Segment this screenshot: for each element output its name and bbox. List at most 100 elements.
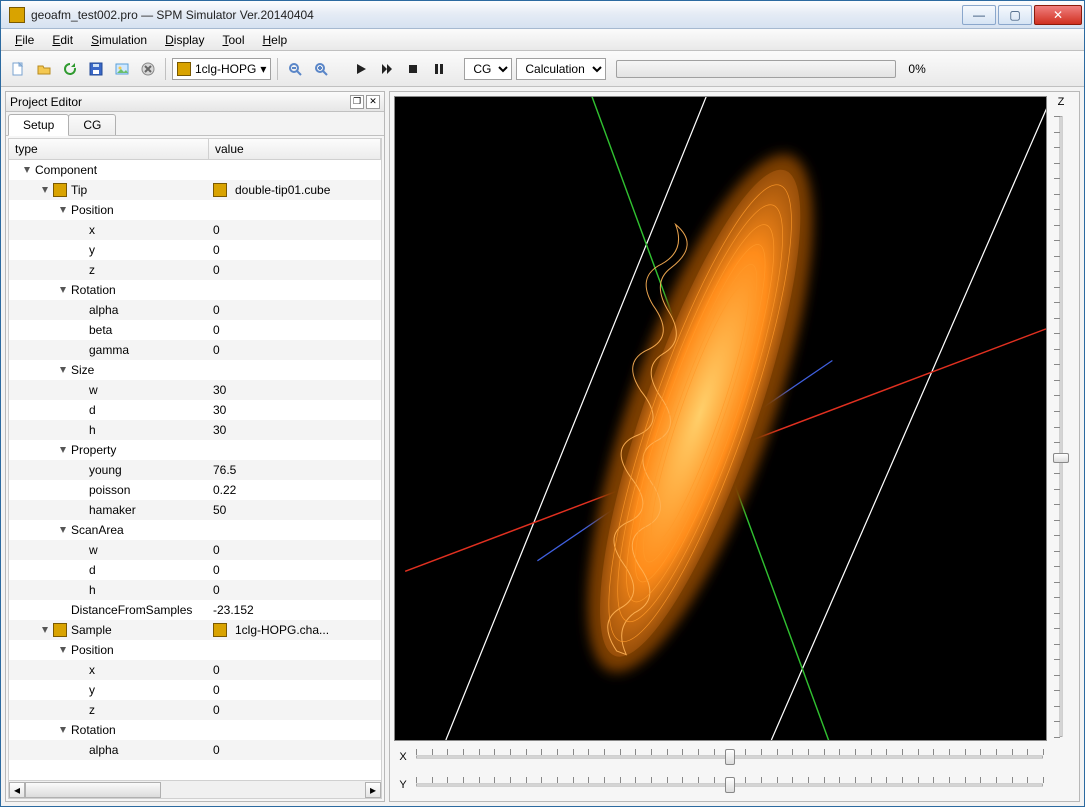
tree-row[interactable]: hamaker50	[9, 500, 381, 520]
tree-row[interactable]: DistanceFromSamples-23.152	[9, 600, 381, 620]
x-slider[interactable]	[412, 747, 1047, 767]
undock-icon[interactable]: ❐	[350, 95, 364, 109]
tree-row[interactable]: w0	[9, 540, 381, 560]
z-slider[interactable]	[1051, 112, 1071, 741]
menu-simulation[interactable]: Simulation	[83, 31, 155, 49]
twisty-icon[interactable]	[57, 524, 69, 536]
tab-cg[interactable]: CG	[68, 114, 116, 135]
twisty-icon[interactable]	[57, 444, 69, 456]
twisty-icon[interactable]	[21, 164, 33, 176]
node-icon	[53, 183, 67, 197]
tree-row[interactable]: w30	[9, 380, 381, 400]
tree-row[interactable]: y0	[9, 240, 381, 260]
tree-row[interactable]: Rotation	[9, 720, 381, 740]
zoom-in-icon[interactable]	[310, 58, 332, 80]
z-slider-thumb[interactable]	[1053, 453, 1069, 463]
3d-viewport[interactable]	[394, 96, 1047, 741]
progress-bar	[616, 60, 896, 78]
tree-row[interactable]: z0	[9, 700, 381, 720]
h-scroll-thumb[interactable]	[25, 782, 161, 798]
tree-row[interactable]: alpha0	[9, 740, 381, 760]
property-tree: type value ComponentTipdouble-tip01.cube…	[8, 138, 382, 799]
menu-display[interactable]: Display	[157, 31, 212, 49]
tree-row[interactable]: young76.5	[9, 460, 381, 480]
col-value[interactable]: value	[209, 139, 381, 159]
maximize-button[interactable]: ▢	[998, 5, 1032, 25]
tree-row[interactable]: alpha0	[9, 300, 381, 320]
tree-row[interactable]: beta0	[9, 320, 381, 340]
tree-value: 30	[213, 383, 226, 397]
tab-setup[interactable]: Setup	[8, 114, 69, 136]
tree-row[interactable]: Size	[9, 360, 381, 380]
twisty-icon[interactable]	[57, 364, 69, 376]
tree-row[interactable]: Component	[9, 160, 381, 180]
tree-row[interactable]: d30	[9, 400, 381, 420]
refresh-icon[interactable]	[59, 58, 81, 80]
col-type[interactable]: type	[9, 139, 209, 159]
window-title: geoafm_test002.pro — SPM Simulator Ver.2…	[31, 8, 962, 22]
tree-row[interactable]: h30	[9, 420, 381, 440]
tree-row[interactable]: Property	[9, 440, 381, 460]
tree-value: 0	[213, 323, 220, 337]
tree-value: 76.5	[213, 463, 236, 477]
menu-tool[interactable]: Tool	[214, 31, 252, 49]
tree-row[interactable]: Rotation	[9, 280, 381, 300]
tree-row[interactable]: Sample1clg-HOPG.cha...	[9, 620, 381, 640]
tree-value: 1clg-HOPG.cha...	[235, 623, 329, 637]
sample-combo-text: 1clg-HOPG	[195, 62, 256, 76]
tree-body[interactable]: ComponentTipdouble-tip01.cubePositionx0y…	[9, 160, 381, 780]
twisty-icon[interactable]	[57, 724, 69, 736]
stop-icon[interactable]	[402, 58, 424, 80]
twisty-icon[interactable]	[57, 204, 69, 216]
tree-label: poisson	[89, 483, 130, 497]
tree-row[interactable]: y0	[9, 680, 381, 700]
tree-row[interactable]: Position	[9, 200, 381, 220]
sample-combo[interactable]: 1clg-HOPG ▾	[172, 58, 271, 80]
menu-file[interactable]: File	[7, 31, 42, 49]
tree-row[interactable]: Tipdouble-tip01.cube	[9, 180, 381, 200]
zoom-out-icon[interactable]	[284, 58, 306, 80]
tree-row[interactable]: d0	[9, 560, 381, 580]
twisty-icon[interactable]	[57, 644, 69, 656]
menu-help[interactable]: Help	[254, 31, 295, 49]
tree-row[interactable]: z0	[9, 260, 381, 280]
action-select[interactable]: Calculation	[516, 58, 606, 80]
tree-value: 0	[213, 683, 220, 697]
tree-row[interactable]: x0	[9, 660, 381, 680]
scroll-left-icon[interactable]: ◂	[9, 782, 25, 798]
axis-z-label: Z	[1058, 96, 1065, 112]
y-slider[interactable]	[412, 775, 1047, 795]
twisty-icon[interactable]	[57, 284, 69, 296]
tree-label: h	[89, 583, 96, 597]
y-slider-thumb[interactable]	[725, 777, 735, 793]
image-icon[interactable]	[111, 58, 133, 80]
tree-row[interactable]: x0	[9, 220, 381, 240]
panel-close-icon[interactable]: ✕	[366, 95, 380, 109]
x-slider-thumb[interactable]	[725, 749, 735, 765]
twisty-icon[interactable]	[39, 624, 51, 636]
tree-row[interactable]: h0	[9, 580, 381, 600]
remove-icon[interactable]	[137, 58, 159, 80]
fastforward-icon[interactable]	[376, 58, 398, 80]
tree-label: z	[89, 703, 95, 717]
new-icon[interactable]	[7, 58, 29, 80]
minimize-button[interactable]: —	[962, 5, 996, 25]
tree-row[interactable]: poisson0.22	[9, 480, 381, 500]
menu-edit[interactable]: Edit	[44, 31, 81, 49]
open-icon[interactable]	[33, 58, 55, 80]
tree-label: Rotation	[71, 283, 116, 297]
mode-select[interactable]: CG	[464, 58, 512, 80]
tree-label: alpha	[89, 303, 118, 317]
save-icon[interactable]	[85, 58, 107, 80]
scroll-right-icon[interactable]: ▸	[365, 782, 381, 798]
tree-row[interactable]: gamma0	[9, 340, 381, 360]
close-button[interactable]: ✕	[1034, 5, 1082, 25]
tree-value: 30	[213, 423, 226, 437]
tree-label: gamma	[89, 343, 129, 357]
h-scrollbar[interactable]: ◂ ▸	[9, 780, 381, 798]
tree-row[interactable]: Position	[9, 640, 381, 660]
pause-icon[interactable]	[428, 58, 450, 80]
twisty-icon[interactable]	[39, 184, 51, 196]
play-icon[interactable]	[350, 58, 372, 80]
tree-row[interactable]: ScanArea	[9, 520, 381, 540]
